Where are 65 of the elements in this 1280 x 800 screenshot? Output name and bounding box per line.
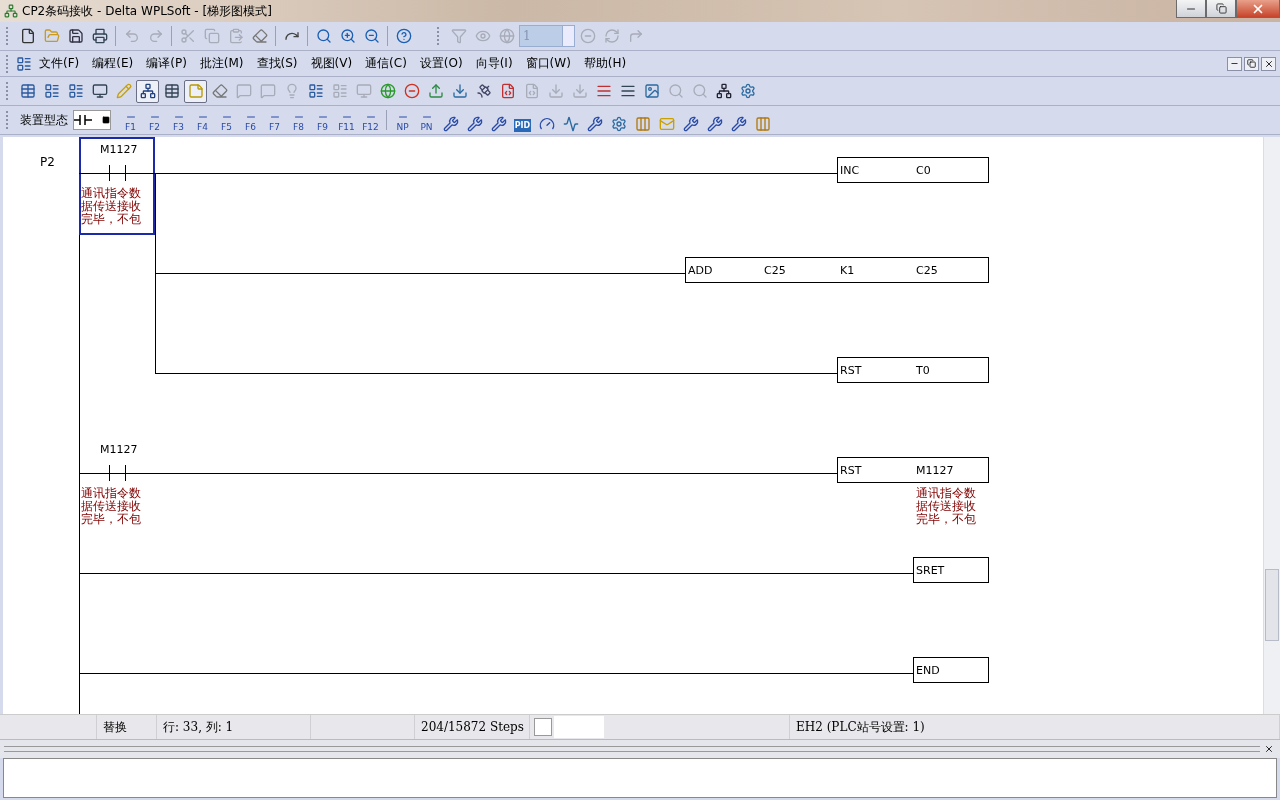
device-comment: 通讯指令数据传送接收完毕，不包 <box>81 487 142 526</box>
menu-item[interactable]: 窗口(W) <box>519 55 577 72</box>
instruction-block[interactable]: SRET <box>913 557 989 583</box>
instruction-key[interactable]: F9 <box>311 108 334 132</box>
instruction-key[interactable]: F12 <box>359 108 382 132</box>
menu-item[interactable]: 查找(S) <box>250 55 304 72</box>
instruction-name: ADD <box>687 263 714 277</box>
close-icon[interactable] <box>1261 56 1276 71</box>
instruction-name: SRET <box>915 563 946 577</box>
device-comment: 通讯指令数据传送接收完毕，不包 <box>81 187 142 226</box>
menu-item[interactable]: 文件(F) <box>33 55 86 72</box>
note-icon[interactable] <box>184 79 207 103</box>
menu-item[interactable]: 编译(P) <box>140 55 193 72</box>
instruction-name: RST <box>839 363 863 377</box>
pid-button[interactable]: PID <box>511 108 534 132</box>
menu-item[interactable]: 编程(E) <box>86 55 140 72</box>
network-icon[interactable] <box>136 79 159 103</box>
app-icon <box>4 4 18 18</box>
operand: C25 <box>915 263 939 277</box>
device-type-label: 装置型态 <box>20 111 68 129</box>
menu-item[interactable]: 向导(I) <box>469 55 519 72</box>
instruction-key[interactable]: PN <box>415 108 438 132</box>
menu-item[interactable]: 帮助(H) <box>577 55 633 72</box>
instruction-key[interactable]: F1 <box>119 108 142 132</box>
instruction-key[interactable]: F8 <box>287 108 310 132</box>
instruction-block[interactable]: RST M1127 <box>837 457 989 483</box>
instruction-name: END <box>915 663 941 677</box>
instruction-key[interactable]: NP <box>391 108 414 132</box>
operand: K1 <box>839 263 856 277</box>
pointer-label: P2 <box>40 155 55 169</box>
instruction-block[interactable]: RST T0 <box>837 357 989 383</box>
close-icon[interactable] <box>1264 744 1274 754</box>
device-label: M1127 <box>100 443 138 456</box>
minimize-icon[interactable] <box>1176 0 1206 18</box>
instruction-name: INC <box>839 163 861 177</box>
instruction-key[interactable]: F7 <box>263 108 286 132</box>
device-type-select[interactable] <box>73 110 111 130</box>
status-field <box>554 716 604 738</box>
instruction-key[interactable]: F5 <box>215 108 238 132</box>
instruction-key[interactable]: F4 <box>191 108 214 132</box>
operand: C0 <box>915 163 932 177</box>
instruction-key[interactable]: F3 <box>167 108 190 132</box>
operand: M1127 <box>915 463 955 477</box>
instruction-key[interactable]: F2 <box>143 108 166 132</box>
status-checkbox[interactable] <box>534 718 552 736</box>
instruction-key[interactable]: F11 <box>335 108 358 132</box>
menu-item[interactable]: 批注(M) <box>193 55 250 72</box>
operand: C25 <box>763 263 787 277</box>
instruction-block[interactable]: ADD C25 K1 C25 <box>685 257 989 283</box>
dropdown-icon[interactable] <box>102 116 110 124</box>
menu-item[interactable]: 通信(C) <box>359 55 413 72</box>
menu-item[interactable]: 设置(O) <box>413 55 469 72</box>
minimize-icon[interactable] <box>1227 56 1242 71</box>
instruction-block[interactable]: END <box>913 657 989 683</box>
instruction-block[interactable]: INC C0 <box>837 157 989 183</box>
restore-icon[interactable] <box>1206 0 1236 18</box>
scrollbar-thumb[interactable] <box>1265 569 1279 641</box>
window-title: CP2条码接收 - Delta WPLSoft - [梯形图模式] <box>22 2 273 20</box>
device-comment: 通讯指令数据传送接收完毕，不包 <box>916 487 977 526</box>
menu-item[interactable]: 视图(V) <box>304 55 359 72</box>
operand: T0 <box>915 363 931 377</box>
instruction-name: RST <box>839 463 863 477</box>
instruction-key[interactable]: F6 <box>239 108 262 132</box>
restore-icon[interactable] <box>1244 56 1259 71</box>
device-label: M1127 <box>100 143 138 156</box>
